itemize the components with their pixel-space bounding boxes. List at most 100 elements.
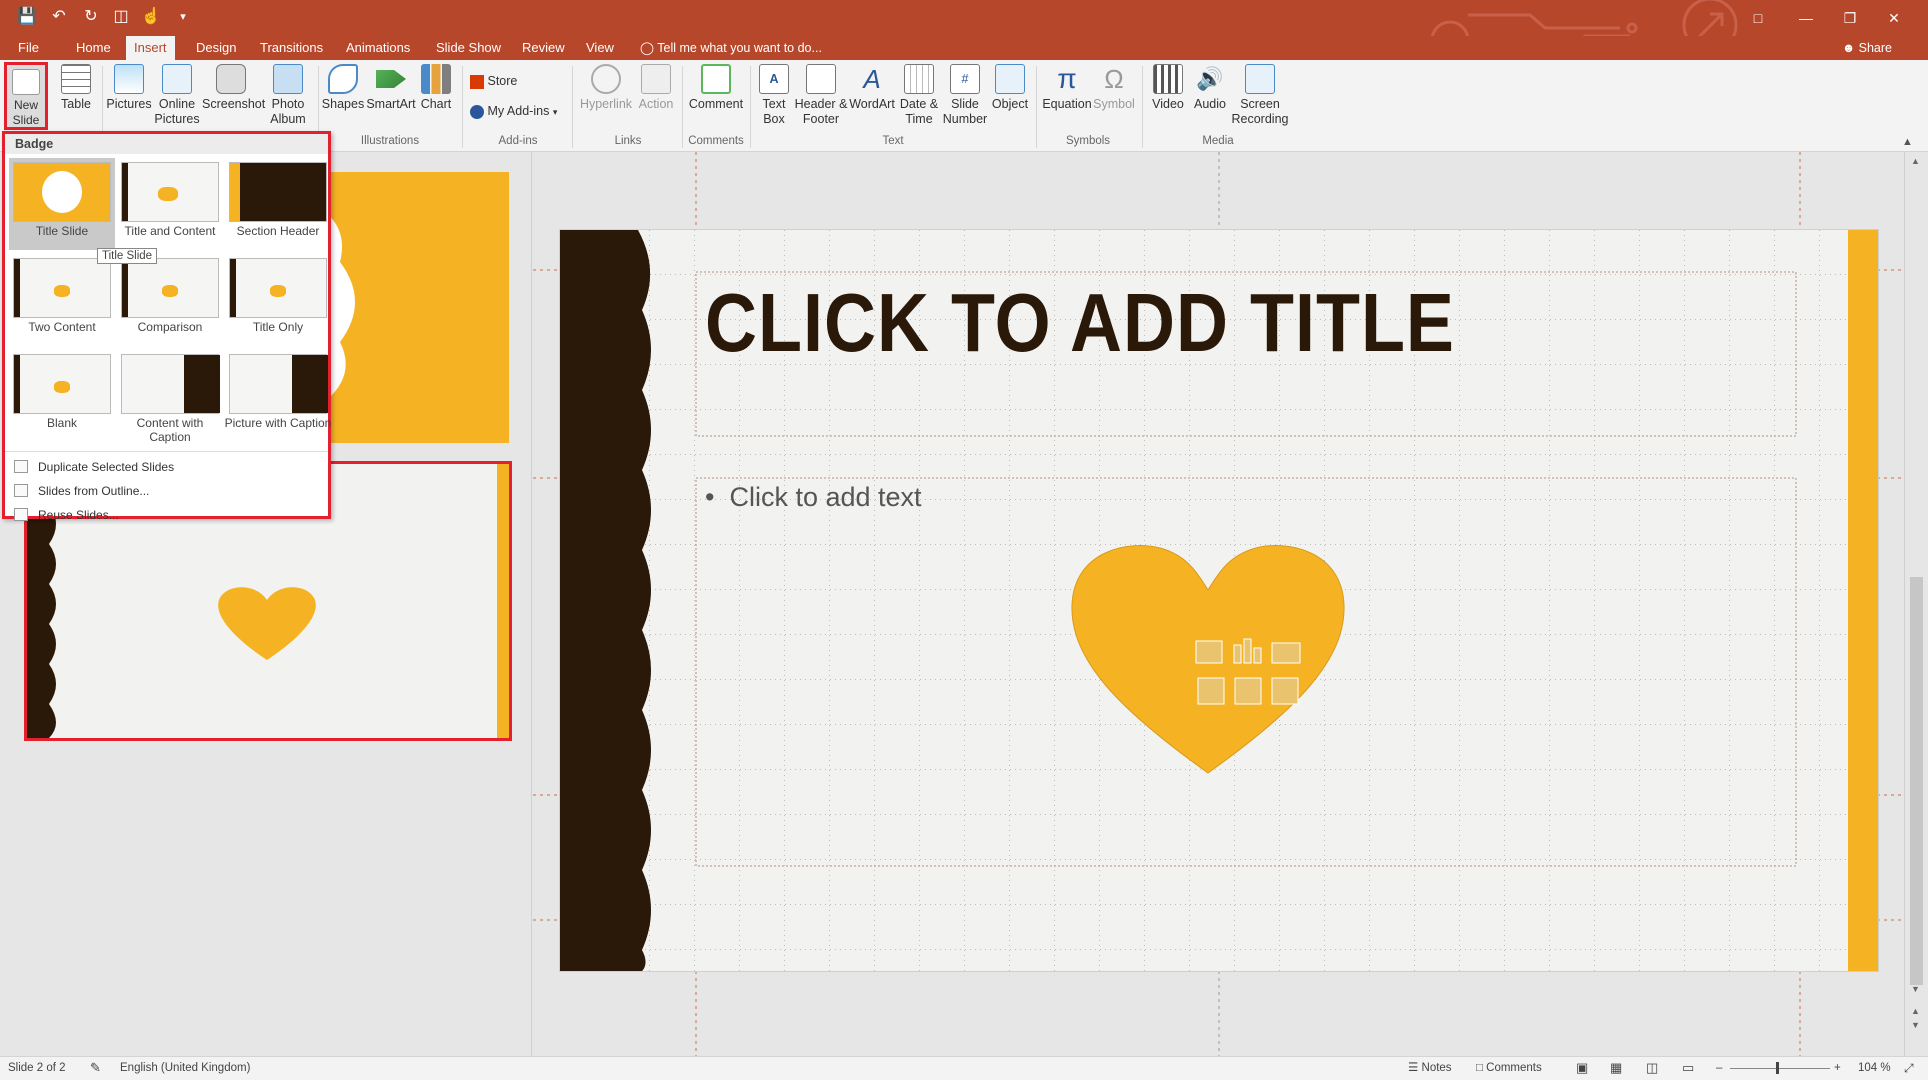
language-indicator[interactable]: English (United Kingdom) [120,1057,250,1079]
symbol-button[interactable]: Ω Symbol [1092,64,1136,112]
object-label: Object [991,97,1029,111]
action-button[interactable]: Action [634,64,678,112]
notes-button[interactable]: ☰ Notes [1408,1057,1452,1079]
header-footer-button[interactable]: Header & Footer [794,64,848,127]
slides-from-outline-icon [14,484,28,497]
group-label-symbols: Symbols [1065,135,1111,147]
tab-review[interactable]: Review [514,36,573,60]
tab-transitions[interactable]: Transitions [252,36,331,60]
date-time-button[interactable]: Date & Time [896,64,942,127]
slide-sorter-icon[interactable]: ▦ [1610,1057,1622,1079]
slide-canvas[interactable]: CLICK TO ADD TITLE • Click to add text [559,229,1879,972]
tab-file[interactable]: File [10,36,47,60]
ribbon-display-options-icon[interactable]: □ [1740,6,1776,30]
comments-label: Comments [1486,1062,1542,1074]
tab-home[interactable]: Home [68,36,119,60]
group-label-media: Media [1202,135,1234,147]
fit-to-window-icon[interactable]: ⤢ [1904,1057,1914,1079]
screenshot-button[interactable]: Screenshot [202,64,265,112]
screen-recording-button[interactable]: Screen Recording [1230,64,1290,127]
start-from-beginning-icon[interactable]: ◫ [110,6,132,28]
layout-section-header-label: Section Header [236,224,320,238]
scroll-up-icon[interactable]: ▲ [1911,156,1920,166]
comment-button[interactable]: Comment [686,64,746,112]
layout-picture-with-caption[interactable] [229,354,328,414]
share-button[interactable]: ☻ Share [1842,36,1892,60]
menu-reuse-slides[interactable]: Reuse Slides... [38,508,119,522]
collapse-ribbon-icon[interactable]: ▲ [1902,136,1913,148]
table-button[interactable]: Table [56,64,96,112]
slide-counter: Slide 2 of 2 [8,1062,66,1074]
text-box-icon: A [759,64,789,94]
zoom-level[interactable]: 104 % [1858,1057,1891,1079]
layout-content-with-caption[interactable] [121,354,220,414]
scrollbar-thumb[interactable] [1910,577,1923,985]
chart-button[interactable]: Chart [416,64,456,112]
normal-view-icon[interactable]: ▣ [1576,1057,1588,1079]
object-button[interactable]: Object [988,64,1032,112]
zoom-slider-thumb[interactable] [1776,1062,1779,1074]
tab-view[interactable]: View [578,36,622,60]
shapes-label: Shapes [321,97,365,111]
tab-slide-show[interactable]: Slide Show [428,36,509,60]
wordart-button[interactable]: A WordArt [846,64,898,112]
tab-design[interactable]: Design [188,36,244,60]
spell-check-icon[interactable]: ✎ [90,1057,101,1079]
redo-icon[interactable]: ↻ [80,6,102,28]
tell-me-box[interactable]: ◯ Tell me what you want to do... [640,36,822,60]
pictures-button[interactable]: Pictures [106,64,152,112]
hyperlink-button[interactable]: Hyperlink [578,64,634,112]
tab-animations[interactable]: Animations [338,36,418,60]
slide-title-placeholder[interactable]: CLICK TO ADD TITLE [705,276,1455,370]
minimize-icon[interactable]: — [1788,6,1824,30]
layout-title-slide[interactable] [13,162,111,222]
status-bar: Slide 2 of 2 ✎ English (United Kingdom) … [0,1056,1928,1080]
comments-button[interactable]: □ Comments [1476,1057,1542,1079]
zoom-out-icon[interactable]: – [1716,1057,1722,1079]
pi-icon: π [1057,63,1077,94]
camera-icon [216,64,246,94]
vertical-scrollbar[interactable]: ▲ ▼ ▲ ▼ [1904,152,1928,1056]
smartart-button[interactable]: SmartArt [364,64,418,112]
save-icon[interactable]: 💾 [16,6,38,28]
group-label-addins: Add-ins [498,135,538,147]
touch-mode-icon[interactable]: ☝ [140,6,162,28]
menu-slides-from-outline[interactable]: Slides from Outline... [38,484,149,498]
online-pictures-button[interactable]: Online Pictures [154,64,200,127]
text-box-button[interactable]: A Text Box [754,64,794,127]
zoom-slider[interactable] [1730,1068,1830,1069]
audio-button[interactable]: 🔊 Audio [1190,64,1230,112]
my-addins-button[interactable]: My Add-ins ▾ [470,104,557,119]
tab-insert[interactable]: Insert [126,36,175,60]
slide-number-button[interactable]: # Slide Number [942,64,988,127]
layout-two-content[interactable] [13,258,111,318]
shapes-button[interactable]: Shapes [320,64,366,112]
video-button[interactable]: Video [1146,64,1190,112]
zoom-in-icon[interactable]: + [1834,1057,1841,1079]
previous-slide-icon[interactable]: ▲ [1911,1006,1920,1016]
menu-duplicate-selected-slides[interactable]: Duplicate Selected Slides [38,460,174,474]
group-label-text: Text [882,135,904,147]
video-icon [1153,64,1183,94]
store-button[interactable]: Store [470,74,517,89]
scroll-down-icon[interactable]: ▼ [1911,984,1920,994]
next-slide-icon[interactable]: ▼ [1911,1020,1920,1030]
layout-title-only[interactable] [229,258,327,318]
layout-blank[interactable] [13,354,111,414]
comment-label: Comment [688,97,744,111]
new-slide-button[interactable]: New Slide [4,62,48,130]
layout-title-and-content[interactable] [121,162,219,222]
symbol-label: Symbol [1093,97,1135,111]
customize-qat-icon[interactable]: ▾ [172,6,194,28]
photo-album-button[interactable]: Photo Album [262,64,314,127]
equation-label: Equation [1042,97,1092,111]
slide-show-view-icon[interactable]: ▭ [1682,1057,1694,1079]
restore-icon[interactable]: ❐ [1832,6,1868,30]
undo-icon[interactable]: ↶ [48,6,70,28]
layout-comparison[interactable] [121,258,219,318]
close-icon[interactable]: ✕ [1876,6,1912,30]
reading-view-icon[interactable]: ◫ [1646,1057,1658,1079]
layout-section-header[interactable] [229,162,327,222]
content-placeholder[interactable]: • Click to add text [705,482,922,513]
equation-button[interactable]: π Equation [1040,64,1094,112]
